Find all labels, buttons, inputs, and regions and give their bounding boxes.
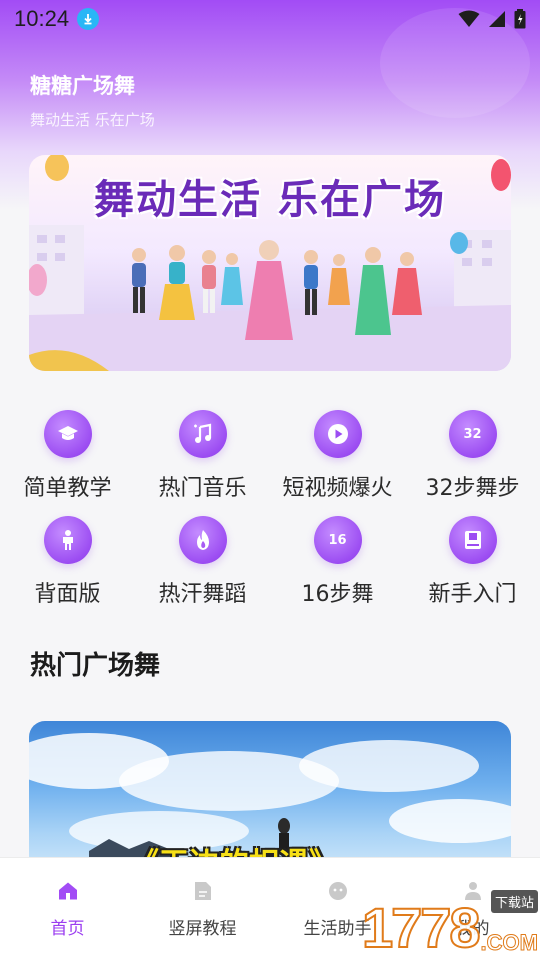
battery-icon bbox=[514, 9, 526, 29]
site-watermark: 1778 .COM 下载站 bbox=[361, 890, 539, 959]
badge-text: 32 bbox=[463, 426, 482, 442]
watermark-tag: 下载站 bbox=[490, 890, 538, 913]
category-hot-music[interactable]: 热门音乐 bbox=[135, 410, 270, 502]
category-sweat-dance[interactable]: 热汗舞蹈 bbox=[135, 516, 270, 608]
wifi-icon bbox=[458, 10, 480, 27]
number-16-icon: 16 bbox=[313, 516, 362, 564]
status-time: 10:24 bbox=[14, 6, 70, 31]
category-simple-teaching[interactable]: 简单教学 bbox=[0, 410, 135, 502]
badge-text: 16 bbox=[328, 532, 347, 548]
category-label: 短视频爆火 bbox=[282, 476, 393, 501]
category-grid: 简单教学 热门音乐 短视频爆火 32 32步舞步 背面版 热汗舞蹈 16 16步 bbox=[0, 410, 540, 608]
category-label: 热汗舞蹈 bbox=[158, 582, 247, 607]
nav-home[interactable]: 首页 bbox=[0, 858, 135, 960]
download-icon bbox=[77, 8, 100, 30]
category-label: 新手入门 bbox=[428, 582, 517, 607]
category-back-view[interactable]: 背面版 bbox=[0, 516, 135, 608]
nav-vertical-tutorial[interactable]: 竖屏教程 bbox=[135, 858, 270, 960]
person-icon bbox=[43, 516, 92, 564]
number-32-icon: 32 bbox=[448, 410, 497, 458]
category-16-steps[interactable]: 16 16步舞 bbox=[270, 516, 405, 608]
home-icon bbox=[57, 880, 79, 902]
category-label: 热门音乐 bbox=[158, 476, 247, 501]
category-32-steps[interactable]: 32 32步舞步 bbox=[405, 410, 540, 502]
category-label: 16步舞 bbox=[301, 582, 374, 607]
category-label: 背面版 bbox=[34, 582, 101, 607]
category-short-video[interactable]: 短视频爆火 bbox=[270, 410, 405, 502]
status-bar: 10:24 bbox=[0, 0, 540, 38]
watermark-domain: .COM bbox=[480, 930, 538, 956]
nav-label: 竖屏教程 bbox=[168, 919, 237, 939]
flame-icon bbox=[178, 516, 227, 564]
document-icon bbox=[192, 880, 214, 902]
app-subtitle: 舞动生活 乐在广场 bbox=[30, 111, 155, 129]
app-header: 糖糖广场舞 舞动生活 乐在广场 bbox=[30, 70, 155, 130]
book-icon bbox=[448, 516, 497, 564]
nav-label: 首页 bbox=[50, 919, 85, 939]
banner-headline: 舞动生活 乐在广场 bbox=[94, 177, 446, 223]
promo-banner[interactable]: 舞动生活 乐在广场 bbox=[29, 155, 511, 371]
app-title: 糖糖广场舞 bbox=[30, 74, 135, 98]
play-icon bbox=[313, 410, 362, 458]
category-beginner[interactable]: 新手入门 bbox=[405, 516, 540, 608]
graduation-cap-icon bbox=[43, 410, 92, 458]
category-label: 简单教学 bbox=[23, 476, 112, 501]
signal-icon bbox=[489, 11, 505, 27]
watermark-number: 1778 bbox=[361, 896, 482, 959]
music-note-icon bbox=[178, 410, 227, 458]
category-label: 32步舞步 bbox=[425, 476, 520, 501]
assistant-icon bbox=[327, 880, 349, 902]
section-title: 热门广场舞 bbox=[30, 651, 161, 681]
